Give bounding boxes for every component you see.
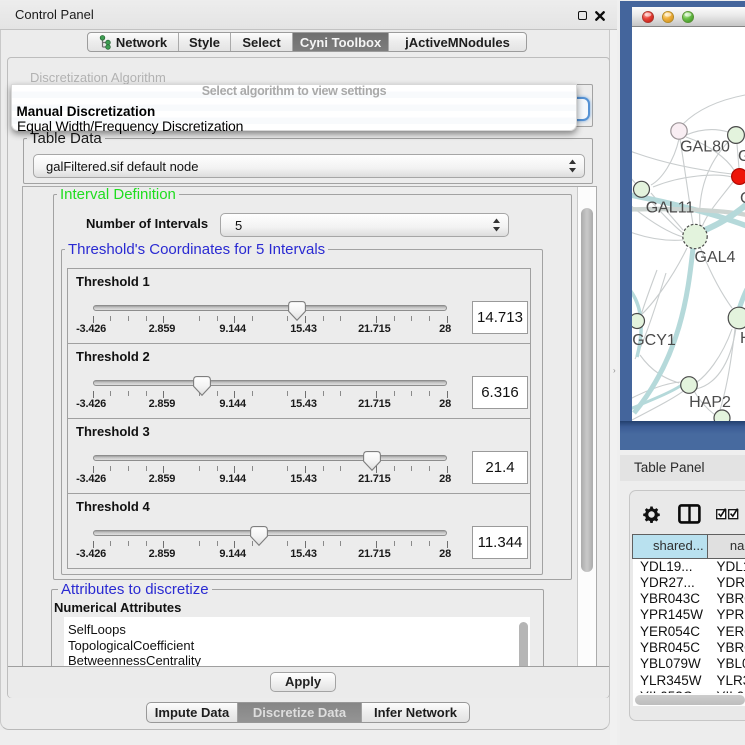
svg-text:GAL: GAL [738, 148, 745, 165]
svg-text:GCY1: GCY1 [632, 332, 676, 349]
svg-text:GAL11: GAL11 [646, 200, 695, 217]
svg-text:GAL80: GAL80 [680, 139, 730, 156]
svg-text:GAL4: GAL4 [695, 249, 736, 266]
svg-text:H: H [740, 330, 745, 347]
svg-text:HAP2: HAP2 [689, 394, 731, 411]
svg-text:C: C [740, 190, 745, 207]
